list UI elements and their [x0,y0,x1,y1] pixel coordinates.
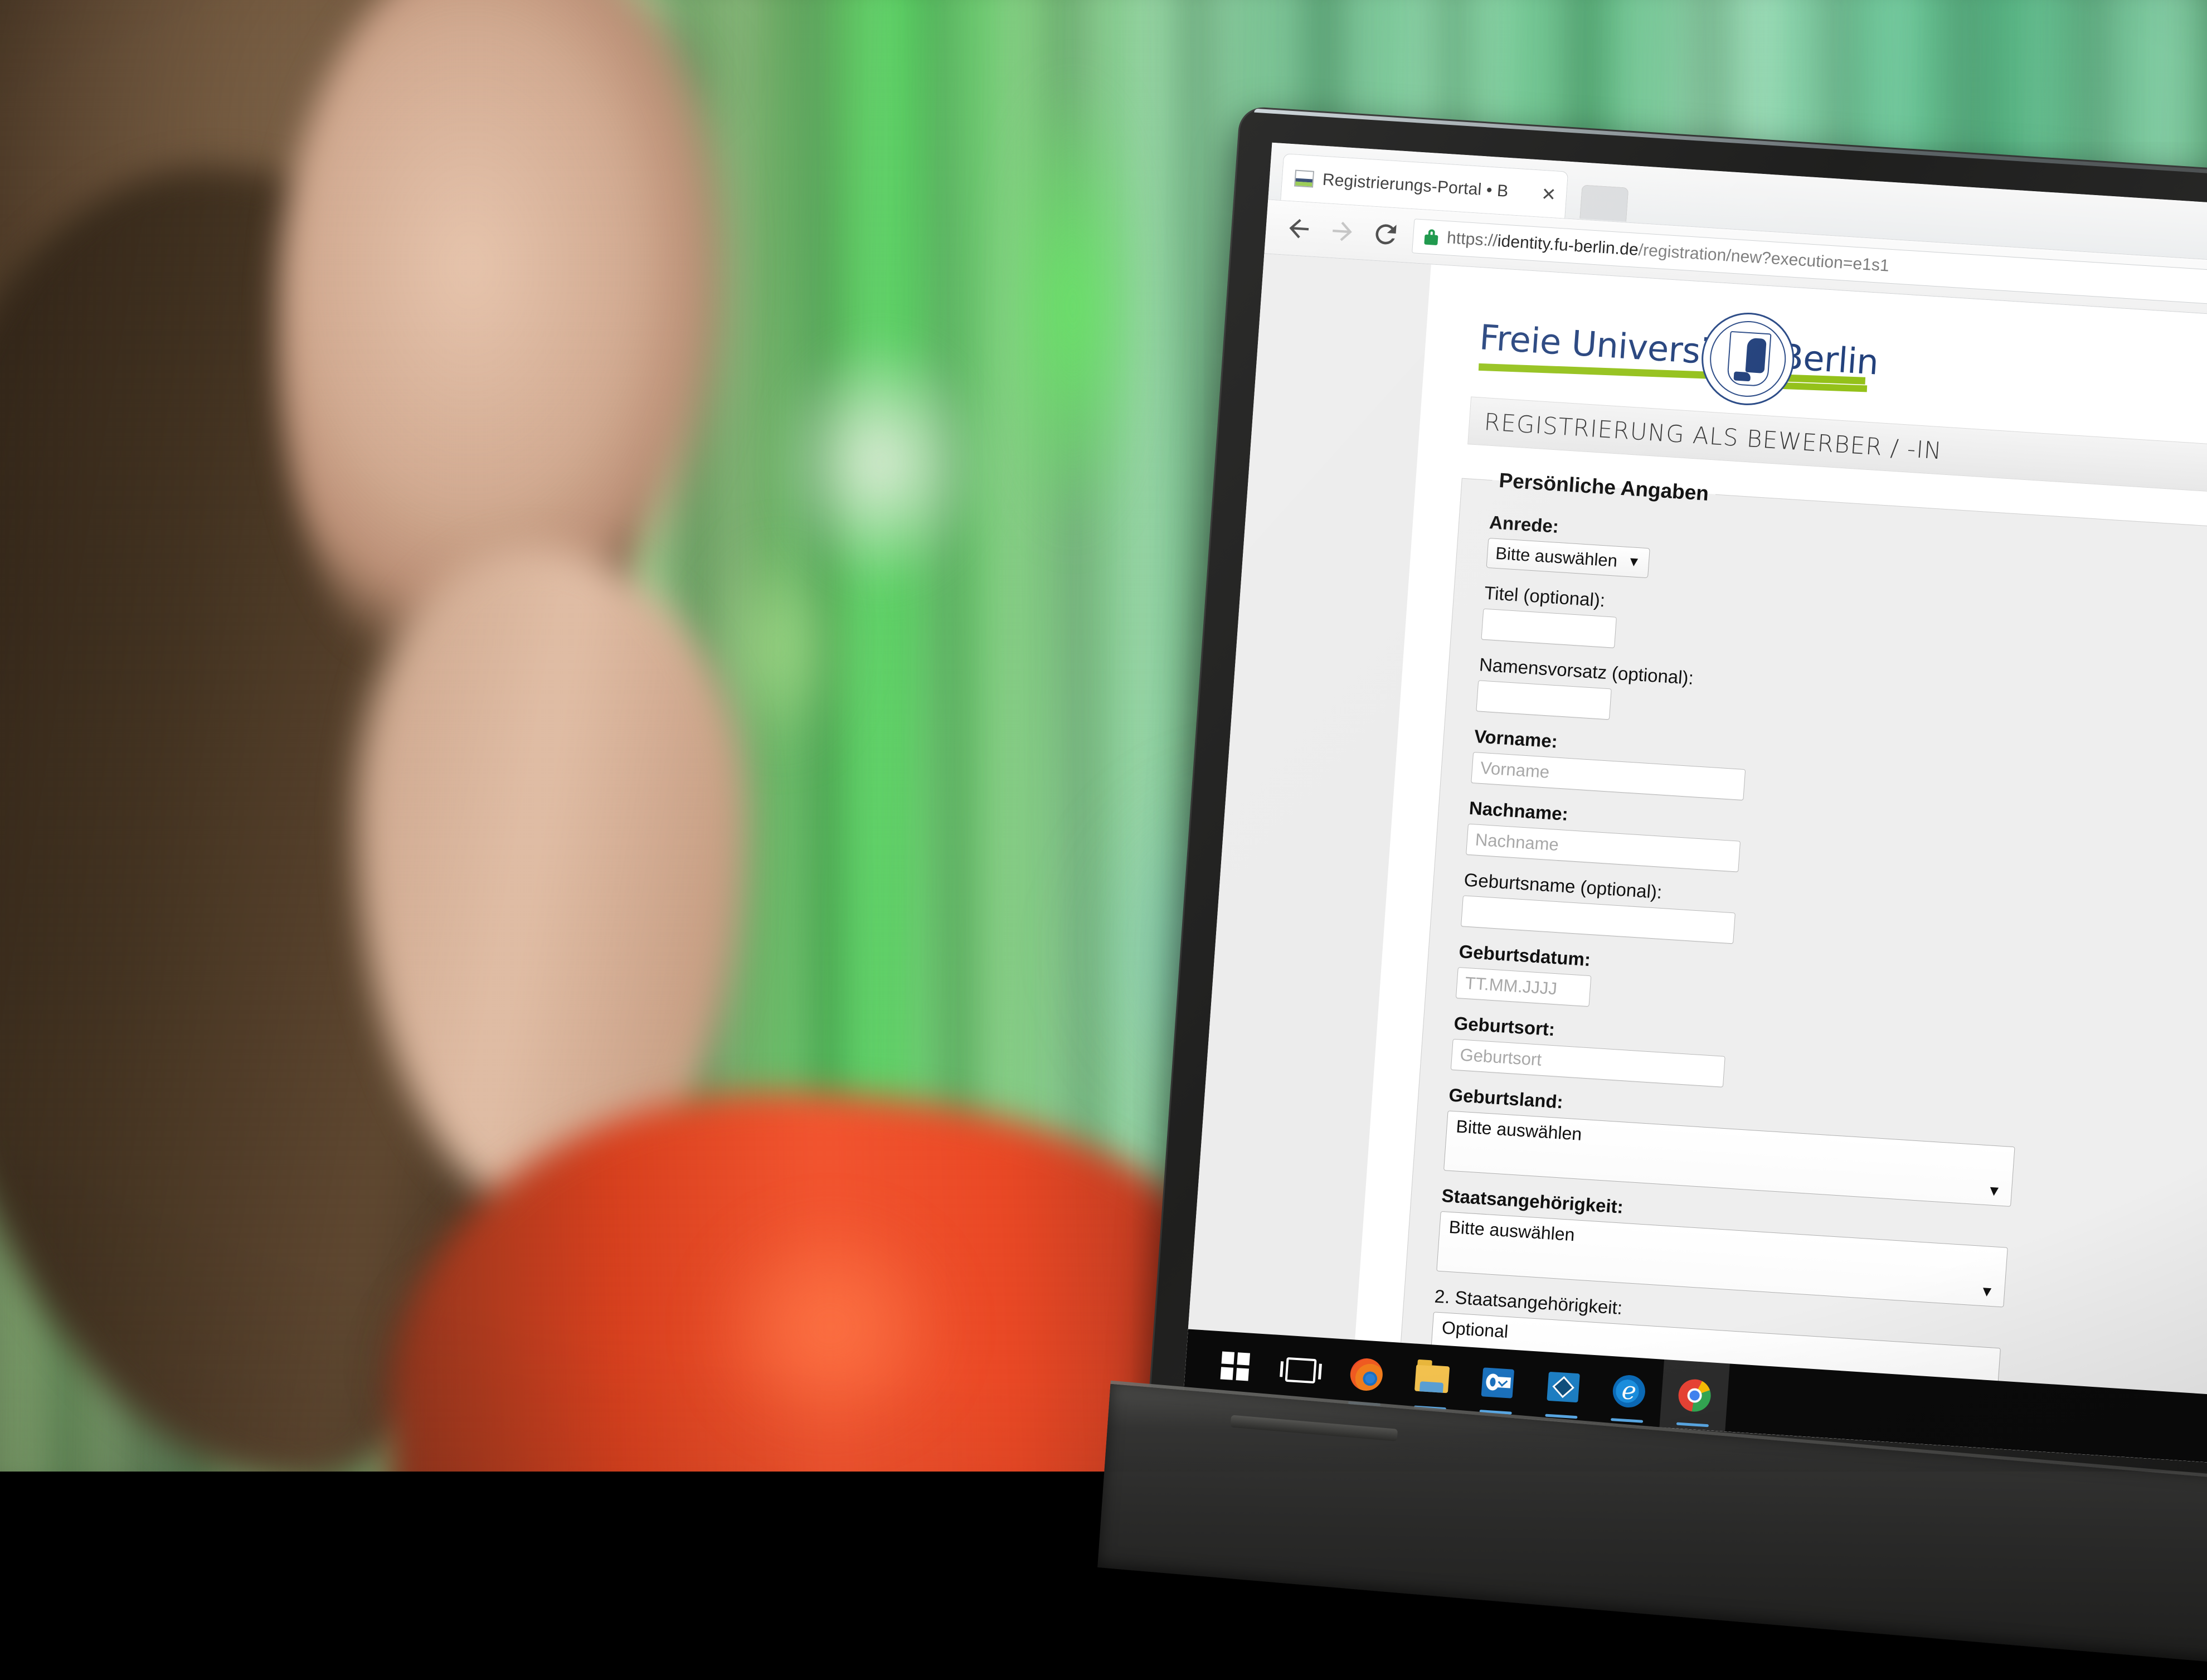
page-content: Freie Universität Berlin REGISTRIERUNG A… [1350,264,2207,1472]
windows-logo-icon [1220,1351,1251,1381]
fieldset-personal-data: Persönliche Angaben Anrede: Bitte auswäh… [1397,466,2207,1445]
chevron-down-icon: ▼ [1626,553,1641,570]
outlook-button[interactable] [1462,1347,1533,1419]
select-anrede[interactable]: Bitte auswählen ▼ [1486,537,1650,579]
fieldset-legend-personal: Persönliche Angaben [1498,468,1710,505]
shirt-highlight [658,1171,1003,1472]
input-geburtsdatum[interactable] [1455,967,1592,1007]
page-viewport: Freie Universität Berlin REGISTRIERUNG A… [1183,254,2207,1472]
app-button[interactable] [1528,1351,1598,1423]
edge-button[interactable]: e [1594,1355,1664,1427]
chevron-down-icon: ▼ [1979,1282,1995,1300]
edge-icon: e [1611,1374,1646,1409]
select-anrede-value: Bitte auswählen [1495,543,1618,571]
url-text: https://identity.fu-berlin.de/registrati… [1446,229,1890,276]
chevron-down-icon: ▼ [1986,1182,2002,1200]
back-icon[interactable] [1276,206,1322,252]
new-tab-button[interactable] [1579,184,1629,222]
tab-title: Registrierungs-Portal • B [1321,170,1509,201]
url-scheme: https:// [1446,229,1499,250]
select-staatsangehoerigkeit-2-value: Optional [1441,1317,1509,1342]
input-namensvorsatz[interactable] [1476,680,1612,720]
folder-icon [1414,1364,1450,1393]
tab-favicon-icon [1294,169,1315,188]
reload-icon[interactable] [1363,211,1409,258]
outlook-icon [1481,1367,1515,1399]
firefox-icon [1349,1357,1384,1392]
task-view-icon [1285,1357,1317,1384]
close-icon[interactable]: ✕ [1540,183,1557,205]
url-path: /registration/new?execution=e1s1 [1637,241,1890,275]
forward-icon[interactable] [1319,208,1365,255]
laptop-screen: Registrierungs-Portal • B ✕ https://iden… [1183,142,2207,1472]
file-explorer-button[interactable] [1397,1343,1467,1415]
chrome-button[interactable] [1659,1359,1730,1432]
input-titel[interactable] [1481,608,1617,648]
select-geburtsland-value: Bitte auswählen [1455,1116,1583,1144]
page-title-text: REGISTRIERUNG ALS BEWERBER / -IN [1483,407,1943,464]
chrome-icon [1677,1378,1712,1413]
lock-icon [1424,229,1438,246]
laptop: Registrierungs-Portal • B ✕ https://iden… [1097,106,2207,1680]
select-staatsangehoerigkeit-value: Bitte auswählen [1448,1216,1576,1245]
university-seal-icon [1698,309,1797,408]
face-highlight [736,290,1025,635]
url-host: identity.fu-berlin.de [1496,231,1639,259]
diamond-app-icon [1547,1371,1580,1403]
